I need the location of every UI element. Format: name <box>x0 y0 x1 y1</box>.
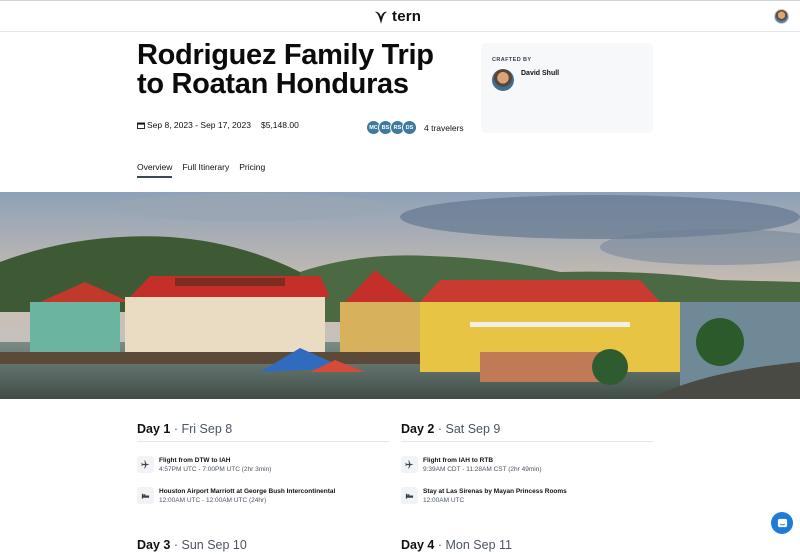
day-date: Sat Sep 9 <box>445 422 501 436</box>
advisor-name[interactable]: David Shull <box>521 70 559 77</box>
tab-overview[interactable]: Overview <box>137 162 173 178</box>
user-avatar[interactable] <box>774 9 789 24</box>
item-time: 12:00AM UTC <box>423 497 465 504</box>
item-time: 4:57PM UTC - 7:00PM UTC (2hr 3min) <box>159 466 272 473</box>
itinerary-item[interactable]: Flight from IAH to RTB 9:39AM CDT - 11:2… <box>401 456 542 475</box>
trip-price: $5,148.00 <box>260 120 299 130</box>
itinerary-item[interactable]: Flight from DTW to IAH 4:57PM UTC - 7:00… <box>137 456 271 475</box>
item-title: Stay at Las Sirenas by Mayan Princess Ro… <box>423 488 567 495</box>
calendar-icon <box>137 122 145 129</box>
travelers-count: 4 travelers <box>424 122 464 133</box>
itinerary-item[interactable]: Houston Airport Marriott at George Bush … <box>137 487 335 506</box>
traveler-badge: DS <box>402 120 417 135</box>
crafted-by-label: CRAFTED BY <box>492 57 532 63</box>
trip-title: Rodriguez Family Trip to Roatan Honduras <box>137 39 434 100</box>
advisor-avatar <box>492 69 514 91</box>
day-date: Mon Sep 11 <box>445 538 512 552</box>
item-time: 9:39AM CDT - 11:28AM CST (2hr 49min) <box>423 466 542 473</box>
crafted-by-card: CRAFTED BY David Shull <box>481 43 653 133</box>
airplane-icon <box>401 456 418 473</box>
day-date: Sun Sep 10 <box>181 538 247 552</box>
item-title: Flight from DTW to IAH <box>159 457 231 464</box>
day-date: Fri Sep 8 <box>181 422 233 436</box>
day-heading: Day 1 · Fri Sep 8 <box>137 422 232 436</box>
chat-button[interactable] <box>771 512 793 534</box>
travelers-group[interactable]: MC BS RS DS 4 travelers <box>366 120 464 135</box>
airplane-icon <box>137 456 154 473</box>
section-tabs: Overview Full Itinerary Pricing <box>137 162 275 178</box>
item-title: Houston Airport Marriott at George Bush … <box>159 488 336 495</box>
tern-logo[interactable]: tern <box>374 8 421 25</box>
day-number: Day 4 <box>401 538 435 552</box>
logo-text: tern <box>392 8 422 25</box>
top-navbar: tern <box>0 0 800 32</box>
day-number: Day 2 <box>401 422 435 436</box>
tern-bird-icon <box>375 11 387 24</box>
day-number: Day 3 <box>137 538 171 552</box>
tab-full-itinerary[interactable]: Full Itinerary <box>182 162 229 178</box>
item-title: Flight from IAH to RTB <box>423 457 494 464</box>
day-number: Day 1 <box>137 422 171 436</box>
trip-meta: Sep 8, 2023 - Sep 17, 2023 $5,148.00 <box>137 120 299 130</box>
day-heading: Day 2 · Sat Sep 9 <box>401 422 500 436</box>
top-border <box>0 0 800 1</box>
itinerary-item[interactable]: Stay at Las Sirenas by Mayan Princess Ro… <box>401 487 567 506</box>
bed-icon <box>401 487 418 504</box>
day-heading: Day 4 · Mon Sep 11 <box>401 538 512 552</box>
day-heading: Day 3 · Sun Sep 10 <box>137 538 247 552</box>
item-time: 12:00AM UTC - 12:00AM UTC (24hr) <box>159 497 267 504</box>
trip-dates: Sep 8, 2023 - Sep 17, 2023 <box>147 120 251 130</box>
chat-icon <box>777 518 787 527</box>
bed-icon <box>137 487 154 504</box>
divider <box>137 441 389 442</box>
divider <box>401 441 653 442</box>
tab-pricing[interactable]: Pricing <box>239 162 265 178</box>
hero-harbor-photo <box>0 192 800 399</box>
